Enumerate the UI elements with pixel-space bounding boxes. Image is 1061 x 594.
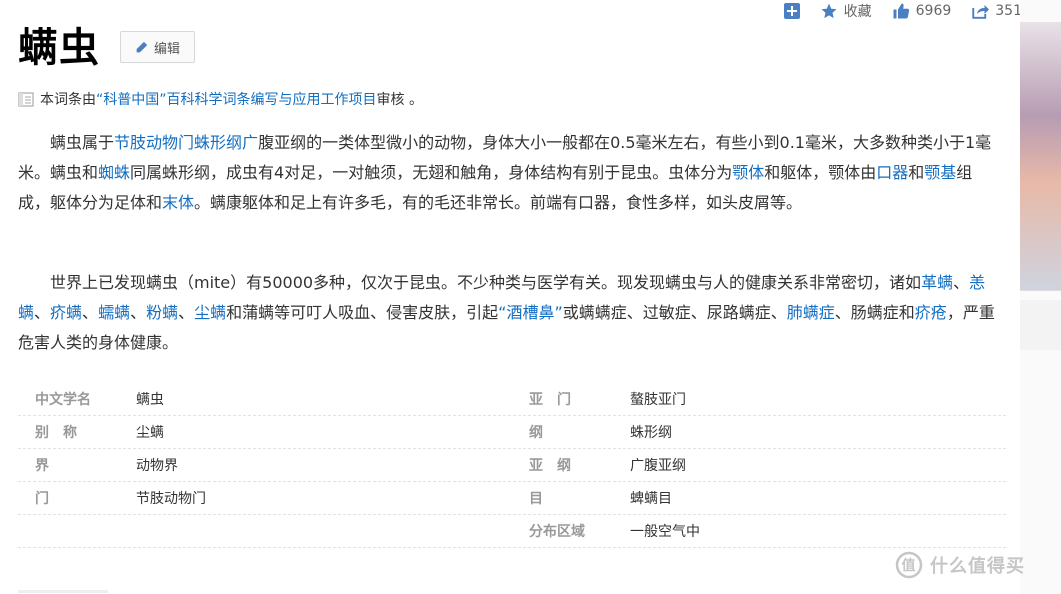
summary-paragraph-1: 螨虫属于节肢动物门蛛形纲广腹亚纲的一类体型微小的动物，身体大小一般都在0.5毫米… (18, 128, 1000, 218)
edit-label: 编辑 (153, 41, 180, 57)
inline-link[interactable]: 肺螨症 (787, 303, 835, 322)
inline-link[interactable]: 革螨 (921, 273, 953, 292)
right-side-strip (1020, 0, 1061, 594)
info-value: 螯肢亚门 (630, 392, 686, 408)
paragraph-text: 或螨螨症、过敏症、尿路螨症、 (562, 303, 787, 322)
paragraph-text: 和躯体，颚体由 (764, 163, 877, 182)
pencil-icon (136, 41, 148, 52)
star-icon (821, 3, 837, 19)
basic-info-table: 中文学名 螨虫 亚 门 螯肢亚门别 称 尘螨 纲 蛛形纲界 动物界 亚 纲 广腹亚纲门 节肢动物门 目… (18, 383, 1006, 548)
paragraph-text: 、 (82, 303, 99, 322)
info-label: 亚 纲 (529, 458, 571, 474)
like-button[interactable]: 6969 (892, 2, 952, 20)
info-value: 节肢动物门 (136, 491, 206, 507)
side-panel (1020, 300, 1061, 350)
info-label: 界 (35, 458, 49, 474)
info-row: 别 称 尘螨 纲 蛛形纲 (18, 416, 1006, 449)
paragraph-text: 、 (178, 303, 195, 322)
inline-link[interactable]: “酒槽鼻” (498, 303, 563, 322)
paragraph-text: 、肠螨症和 (834, 303, 915, 322)
paragraph-text: 、 (130, 303, 147, 322)
review-line: 本词条由 “科普中国”百科科学词条编写与应用工作项目 审核 。 (18, 89, 423, 109)
like-count: 6969 (915, 3, 952, 19)
review-org-link[interactable]: “科普中国”百科科学词条编写与应用工作项目 (96, 89, 377, 109)
inline-link[interactable]: 末体 (162, 193, 194, 212)
svg-text:值: 值 (902, 557, 917, 574)
paragraph-text: 、 (953, 273, 970, 292)
inline-link[interactable]: 口器 (876, 163, 908, 182)
share-button[interactable]: 351 (971, 2, 1022, 20)
inline-link[interactable]: 颚基 (924, 163, 956, 182)
info-label: 纲 (529, 425, 543, 441)
divider (1020, 290, 1061, 291)
watermark-logo-icon: 值 (895, 551, 923, 579)
info-value: 广腹亚纲 (630, 458, 686, 474)
share-count: 351 (995, 3, 1022, 19)
inline-link[interactable]: 广 (242, 133, 258, 152)
add-button[interactable] (783, 3, 800, 19)
review-prefix: 本词条由 (40, 92, 96, 108)
paragraph-text: 。螨康躯体和足上有许多毛，有的毛还非常长。前端有口器，食性多样，如头皮屑等。 (194, 193, 803, 212)
info-label: 目 (529, 491, 543, 507)
edit-button[interactable]: 编辑 (120, 31, 195, 63)
inline-link[interactable]: 疥疮 (915, 303, 947, 322)
summary-paragraph-2: 世界上已发现螨虫（mite）有50000多种，仅次于昆虫。不少种类与医学有关。现… (18, 268, 1000, 358)
inline-link[interactable]: 蜘蛛 (98, 163, 130, 182)
page-title: 螨虫 (18, 25, 100, 71)
inline-link[interactable]: 尘螨 (194, 303, 226, 322)
info-label: 门 (35, 491, 49, 507)
info-value: 螨虫 (136, 392, 164, 408)
paragraph-text: 螨虫属于 (50, 133, 115, 152)
info-row: 分布区域 一般空气中 (18, 515, 1006, 548)
info-row: 界 动物界 亚 纲 广腹亚纲 (18, 449, 1006, 482)
info-value: 蜱螨目 (630, 491, 672, 507)
info-value: 动物界 (136, 458, 178, 474)
paragraph-text: 和 (908, 163, 925, 182)
watermark: 值 什么值得买 (894, 551, 1025, 579)
collect-button[interactable]: 收藏 (820, 1, 872, 21)
inline-link[interactable]: 蠕螨 (98, 303, 130, 322)
inline-link[interactable]: 蛛形纲 (194, 133, 242, 152)
paragraph-text: 同属蛛形纲，成虫有4对足，一对触须，无翅和触角，身体结构有别于昆虫。虫体分为 (130, 163, 733, 182)
inline-link[interactable]: 颚体 (732, 163, 764, 182)
inline-link[interactable]: 粉螨 (146, 303, 178, 322)
side-image (1020, 22, 1061, 290)
review-suffix: 审核 。 (376, 92, 423, 108)
inline-link[interactable]: 疥螨 (50, 303, 82, 322)
paragraph-text: 和蒲螨等可叮人吸血、侵害皮肤，引起 (226, 303, 499, 322)
info-value: 蛛形纲 (630, 425, 672, 441)
divider (18, 590, 108, 593)
info-label (18, 515, 136, 547)
info-value: 尘螨 (136, 425, 164, 441)
info-label: 亚 门 (529, 392, 571, 408)
thumbs-up-icon (893, 3, 909, 19)
paragraph-text: 世界上已发现螨虫（mite）有50000多种，仅次于昆虫。不少种类与医学有关。现… (50, 273, 922, 292)
action-bar: 收藏 6969 351 (783, 0, 1022, 22)
info-label: 分布区域 (529, 524, 585, 540)
article-main: 收藏 6969 351 螨虫 编辑 本词条由 “科普中国”百科科学词条编写与应用… (0, 0, 1022, 594)
info-row: 门 节肢动物门 目 蜱螨目 (18, 482, 1006, 515)
collect-label: 收藏 (843, 4, 872, 20)
share-icon (972, 5, 990, 19)
info-label: 中文学名 (35, 392, 91, 408)
document-icon (18, 91, 34, 107)
info-value: 一般空气中 (630, 524, 700, 540)
plus-square-icon (783, 3, 800, 19)
info-value (136, 515, 512, 547)
info-label: 别 称 (35, 425, 77, 441)
watermark-text: 什么值得买 (930, 556, 1025, 577)
paragraph-text: 、 (34, 303, 51, 322)
info-row: 中文学名 螨虫 亚 门 螯肢亚门 (18, 383, 1006, 416)
inline-link[interactable]: 节肢动物门 (114, 133, 194, 152)
